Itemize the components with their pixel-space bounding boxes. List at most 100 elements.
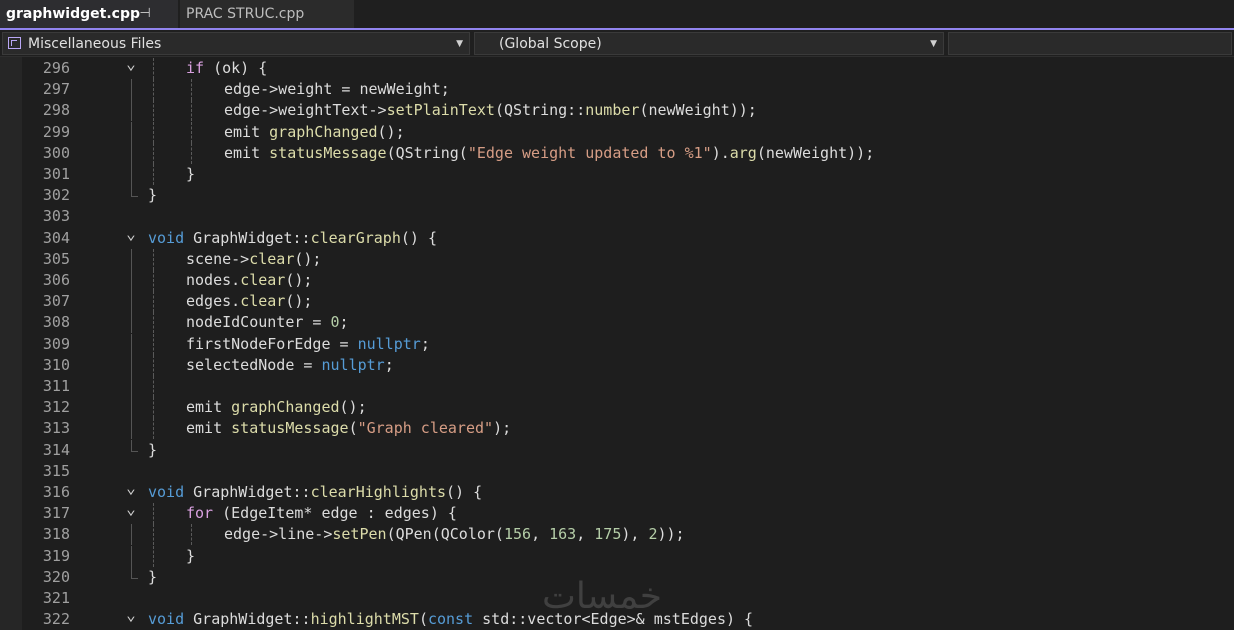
fold-line <box>131 79 132 101</box>
code-line[interactable]: 311 <box>0 376 1234 397</box>
code-token: highlightMST <box>310 610 419 629</box>
code-token: nodeIdCounter = <box>186 313 331 332</box>
code-line[interactable]: 299 emit graphChanged(); <box>0 121 1234 143</box>
tab-label: graphwidget.cpp <box>6 6 140 22</box>
line-number: 322 <box>42 610 70 629</box>
indent-guide <box>153 354 154 376</box>
line-number: 310 <box>42 355 70 374</box>
code-token: scene-> <box>186 249 250 268</box>
code-line[interactable]: 298 edge->weightText->setPlainText(QStrin… <box>0 100 1234 122</box>
code-token: "Edge weight updated to %1" <box>467 143 712 162</box>
code-line[interactable]: 319} <box>0 545 1234 567</box>
code-line[interactable]: 305 scene->clear(); <box>0 248 1234 270</box>
code-token: clearHighlights <box>310 483 447 501</box>
code-text: selectedNode = nullptr; <box>186 355 394 376</box>
indent-guide <box>153 397 154 419</box>
code-line[interactable]: 306 nodes.clear(); <box>0 270 1234 291</box>
code-token: (QPen(QColor( <box>386 525 504 544</box>
code-token: (); <box>285 292 313 311</box>
code-text: emit statusMessage(QString("Edge weight … <box>224 143 874 164</box>
code-line[interactable]: 317 ⌄ for (EdgeItem* edge : edges) { <box>0 499 1234 525</box>
code-token: void <box>148 483 185 501</box>
line-number: 300 <box>42 143 70 162</box>
code-line[interactable]: 296 ⌄ if (ok) { <box>0 54 1234 79</box>
code-token: (); <box>377 122 405 141</box>
code-line[interactable]: 304 ⌄ void GraphWidget::clearGraph() { <box>0 224 1234 249</box>
code-text: emit statusMessage("Graph cleared"); <box>186 418 511 439</box>
line-number: 319 <box>42 546 70 565</box>
tab-graphwidget[interactable]: graphwidget.cpp ⊣ <box>0 0 178 30</box>
code-line[interactable]: 310 selectedNode = nullptr; <box>0 354 1234 376</box>
code-line[interactable]: 300 emit statusMessage(QString("Edge weig… <box>0 142 1234 164</box>
line-number: 314 <box>42 440 70 459</box>
code-line[interactable]: 312 emit graphChanged(); <box>0 397 1234 419</box>
code-line[interactable]: 302} <box>0 185 1234 206</box>
member-dropdown[interactable] <box>948 32 1232 55</box>
indent-guide <box>153 333 154 355</box>
code-text: void GraphWidget::highlightMST(const std… <box>148 609 753 630</box>
code-token: number <box>585 101 640 120</box>
indent-guide <box>153 79 154 101</box>
code-token: emit <box>186 398 232 417</box>
line-number: 303 <box>42 207 70 226</box>
pin-icon[interactable]: ⊣ <box>136 0 154 28</box>
code-token: edges. <box>186 292 241 311</box>
code-token: edge->weight = newWeight; <box>224 80 450 99</box>
indent-guide <box>191 121 192 143</box>
fold-chevron-icon[interactable]: ⌄ <box>124 498 138 519</box>
fold-line <box>131 545 132 567</box>
code-token: nullptr <box>357 334 421 353</box>
code-line[interactable]: 297 edge->weight = newWeight; <box>0 79 1234 101</box>
code-line[interactable]: 318 edge->line->setPen(QPen(QColor(156, 1… <box>0 524 1234 546</box>
code-token: setPlainText <box>386 101 495 120</box>
code-text: void GraphWidget::clearGraph() { <box>148 228 437 249</box>
tab-prac-struc[interactable]: PRAC STRUC.cpp <box>180 0 354 28</box>
code-line[interactable]: 314} <box>0 439 1234 461</box>
code-line[interactable]: 301} <box>0 164 1234 185</box>
code-token: )); <box>657 525 685 544</box>
project-dropdown-label: Miscellaneous Files <box>28 36 162 52</box>
fold-chevron-icon[interactable]: ⌄ <box>124 53 138 74</box>
line-number: 320 <box>42 567 70 586</box>
fold-chevron-icon[interactable]: ⌄ <box>124 604 138 625</box>
code-token: } <box>186 165 196 183</box>
project-dropdown[interactable]: Miscellaneous Files ▼ <box>2 32 470 55</box>
code-text: scene->clear(); <box>186 249 321 270</box>
fold-chevron-icon[interactable]: ⌄ <box>124 223 138 244</box>
fold-line <box>131 142 132 164</box>
indent-guide <box>153 121 154 143</box>
fold-end-marker <box>131 566 138 579</box>
line-number: 313 <box>42 419 70 438</box>
code-token: (QString( <box>386 143 468 162</box>
code-token: } <box>186 546 196 565</box>
scope-dropdown[interactable]: (Global Scope) ▼ <box>474 32 944 55</box>
code-text: edges.clear(); <box>186 291 312 312</box>
code-line[interactable]: 309 firstNodeForEdge = nullptr; <box>0 333 1234 355</box>
code-token: } <box>148 440 158 459</box>
code-token: if <box>186 59 205 77</box>
line-number: 308 <box>42 313 70 332</box>
line-number: 298 <box>42 101 70 120</box>
scope-dropdown-label: (Global Scope) <box>499 36 602 52</box>
line-number: 305 <box>42 249 70 268</box>
code-line[interactable]: 315 <box>0 461 1234 482</box>
code-token: emit <box>186 419 232 438</box>
code-text: } <box>148 185 157 206</box>
code-token: clear <box>249 249 295 268</box>
fold-line <box>131 418 132 440</box>
code-token: graphChanged <box>269 122 378 141</box>
line-number: 316 <box>42 483 70 501</box>
code-line[interactable]: 316 ⌄ void GraphWidget::clearHighlights() … <box>0 478 1234 503</box>
code-token: ; <box>420 334 430 353</box>
code-token: , <box>531 525 550 544</box>
fold-line <box>131 164 132 185</box>
code-editor[interactable]: 296 ⌄ if (ok) {297 edge->weight = newWeight… <box>0 54 1234 630</box>
indent-guide <box>191 524 192 546</box>
code-line[interactable]: 313 emit statusMessage("Graph cleared"); <box>0 418 1234 440</box>
code-line[interactable]: 303 <box>0 206 1234 227</box>
line-number: 306 <box>42 271 70 289</box>
code-line[interactable]: 307 edges.clear(); <box>0 291 1234 313</box>
fold-chevron-icon[interactable]: ⌄ <box>124 477 138 498</box>
fold-line <box>131 270 132 291</box>
code-line[interactable]: 308 nodeIdCounter = 0; <box>0 312 1234 334</box>
